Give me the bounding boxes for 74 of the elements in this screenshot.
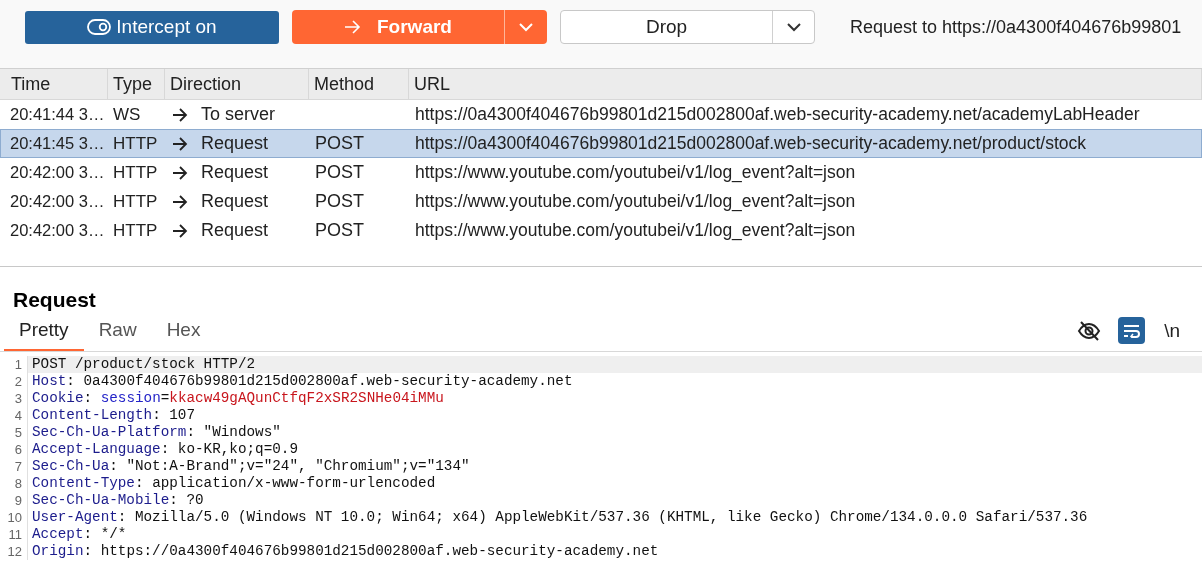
panel-title: Request: [13, 287, 96, 313]
table-cell-text: HTTP: [112, 132, 159, 155]
table-cell-text: HTTP: [112, 190, 159, 213]
arrow-right-icon: [172, 223, 188, 238]
table-cell-text: Request: [201, 219, 269, 242]
arrow-right-icon: [344, 20, 361, 34]
line-number: 3: [14, 391, 22, 406]
code-line: Cookie: session=kkacw49gAQunCtfqF2xSR2SNHe04iMMu: [31, 390, 444, 407]
tab[interactable]: Hex: [151, 315, 216, 351]
code-line: Content-Length: 107: [31, 407, 196, 424]
tab[interactable]: Raw: [83, 315, 152, 351]
code-line: POST /product/stock HTTP/2: [31, 356, 256, 373]
table-cell-text: 20:42:00 3…: [9, 162, 106, 184]
line-number: 11: [8, 527, 22, 542]
wrap-lines-icon: [1123, 323, 1141, 338]
column-header[interactable]: Time: [0, 69, 108, 99]
table-cell-text: 20:42:00 3…: [9, 191, 106, 213]
table-cell-text: HTTP: [112, 219, 159, 242]
wrap-lines-toggle[interactable]: [1118, 317, 1146, 345]
table-cell-text: https://www.youtube.com/youtubei/v1/log_event?alt=json: [414, 219, 857, 243]
chevron-down-icon: [518, 22, 534, 32]
code-line: Accept: */*: [31, 526, 127, 543]
intercept-toggle-button[interactable]: Intercept on: [25, 10, 279, 44]
newline-toggle[interactable]: \n: [1162, 316, 1182, 345]
line-number: 7: [14, 459, 22, 474]
line-number: 2: [14, 374, 22, 389]
code-line: Origin: https://0a4300f404676b99801d215d002800af.web-security-academy.net: [31, 543, 659, 560]
arrow-right-icon: [172, 165, 188, 180]
line-number: 8: [14, 476, 22, 491]
tab[interactable]: Pretty: [4, 315, 84, 351]
drop-button[interactable]: Drop: [561, 11, 773, 43]
column-header[interactable]: Method: [309, 69, 409, 99]
arrow-right-icon: [172, 136, 188, 151]
table-cell-text: https://0a4300f404676b99801d215d002800af.web-security-academy.net/product/stock: [414, 132, 1087, 156]
table-cell-text: HTTP: [112, 161, 159, 184]
line-number: 6: [14, 442, 22, 457]
table-cell-text: Request: [201, 190, 269, 213]
table-cell: POST: [315, 162, 364, 182]
table-cell-text: 20:41:45 3…: [9, 133, 106, 155]
line-number: 1: [14, 357, 22, 372]
table-cell: POST: [315, 191, 364, 211]
arrow-right-icon: [172, 194, 188, 209]
table-cell-text: To server: [201, 103, 276, 126]
chevron-down-icon: [785, 22, 802, 32]
table-cell-text: WS: [112, 103, 142, 126]
line-number: 10: [7, 510, 22, 525]
column-header[interactable]: Direction: [165, 69, 309, 99]
line-number: 5: [14, 425, 22, 440]
code-line: Accept-Language: ko-KR,ko;q=0.9: [31, 441, 298, 458]
line-number: 9: [14, 493, 22, 508]
table-row[interactable]: 20:41:45 3… HTTP Request POST https://0a4300f404676b99801d215d002800af.web-security-academy.net/product/stock: [0, 129, 1202, 158]
code-line: Sec-Ch-Ua-Platform: "Windows": [31, 424, 281, 441]
table-cell-text: 20:41:44 3…: [9, 104, 106, 126]
code-line: Host: 0a4300f404676b99801d215d002800af.web-security-academy.net: [31, 373, 573, 390]
table-cell-text: https://www.youtube.com/youtubei/v1/log_event?alt=json: [414, 190, 857, 214]
code-line: Content-Type: application/x-www-form-urlencoded: [31, 475, 436, 492]
toggle-icon: [87, 19, 112, 35]
code-line: Sec-Ch-Ua: "Not:A-Brand";v="24", "Chromium";v="134": [31, 458, 470, 475]
table-cell-text: https://0a4300f404676b99801d215d002800af.web-security-academy.net/academyLabHeader: [414, 103, 1141, 127]
column-header[interactable]: URL: [409, 69, 1202, 99]
code-line: User-Agent: Mozilla/5.0 (Windows NT 10.0; Win64; x64) AppleWebKit/537.36 (KHTML, like Gecko) Chrome/134.0.0.0 Safari/537.36: [31, 509, 1088, 526]
line-number: 12: [7, 544, 22, 559]
line-number: 4: [14, 408, 22, 423]
table-cell-text: Request: [201, 132, 269, 155]
request-target-text: Request to https://0a4300f404676b99801: [850, 15, 1182, 39]
eye-slash-icon[interactable]: [1077, 319, 1102, 342]
code-line: Sec-Ch-Ua-Mobile: ?0: [31, 492, 204, 509]
table-cell-text: https://www.youtube.com/youtubei/v1/log_event?alt=json: [414, 161, 857, 185]
column-header[interactable]: Type: [108, 69, 165, 99]
table-cell-text: Request: [201, 161, 269, 184]
table-cell: POST: [315, 133, 364, 153]
table-cell-text: 20:42:00 3…: [9, 220, 106, 242]
arrow-right-icon: [172, 107, 188, 122]
table-cell: POST: [315, 220, 364, 240]
